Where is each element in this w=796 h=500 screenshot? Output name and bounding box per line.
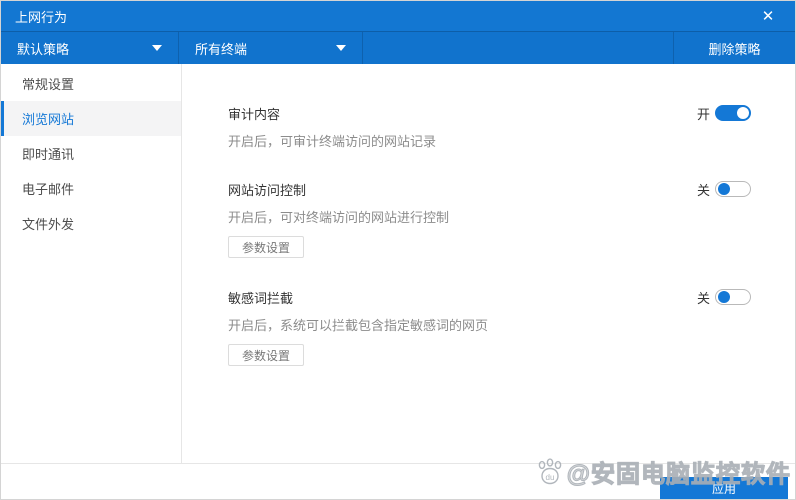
sensitive-word-blocking-toggle[interactable] <box>715 289 751 305</box>
access-control-param-settings-button[interactable]: 参数设置 <box>228 236 305 258</box>
access-control-toggle-group: 关 <box>697 180 751 199</box>
internet-behavior-window: 上网行为 ✕ 默认策略 所有终端 删除策略 常规设置 浏览网站 即时通讯 电子邮… <box>0 0 796 500</box>
section-description: 开启后，系统可以拦截包含指定敏感词的网页 <box>228 318 489 333</box>
chevron-down-icon <box>336 45 346 51</box>
main-area: 常规设置 浏览网站 即时通讯 电子邮件 文件外发 审计内容 开 开启后，可审计终… <box>1 64 795 463</box>
title-bar: 上网行为 ✕ <box>1 1 795 31</box>
section-website-access-control: 网站访问控制 关 开启后，可对终端访问的网站进行控制 参数设置 <box>228 180 751 258</box>
toggle-state-label: 关 <box>696 182 710 198</box>
toggle-knob <box>718 183 730 195</box>
section-title: 网站访问控制 <box>228 182 307 198</box>
policy-dropdown-label: 默认策略 <box>17 41 70 57</box>
chevron-down-icon <box>152 45 162 51</box>
policy-dropdown[interactable]: 默认策略 <box>1 32 179 64</box>
sidebar-item-email[interactable]: 电子邮件 <box>1 171 181 206</box>
audit-content-toggle[interactable] <box>715 105 751 121</box>
toggle-knob <box>718 291 730 303</box>
section-title: 审计内容 <box>228 106 281 122</box>
toggle-knob <box>737 107 749 119</box>
section-description: 开启后，可对终端访问的网站进行控制 <box>228 210 450 225</box>
settings-content: 审计内容 开 开启后，可审计终端访问的网站记录 网站访问控制 关 开启后，可对终… <box>182 64 795 463</box>
audit-toggle-group: 开 <box>697 104 751 123</box>
sidebar-item-general-settings[interactable]: 常规设置 <box>1 66 181 101</box>
terminal-dropdown-label: 所有终端 <box>195 41 248 57</box>
footer-bar: 应用 <box>1 463 795 499</box>
policy-toolbar: 默认策略 所有终端 删除策略 <box>1 31 795 64</box>
sidebar-item-browse-websites[interactable]: 浏览网站 <box>1 101 181 136</box>
apply-button[interactable]: 应用 <box>660 477 788 499</box>
section-head: 敏感词拦截 关 <box>228 288 751 306</box>
sidebar-item-file-outgoing[interactable]: 文件外发 <box>1 206 181 241</box>
section-title: 敏感词拦截 <box>228 290 294 306</box>
close-icon[interactable]: ✕ <box>755 3 781 29</box>
toggle-state-label: 关 <box>696 290 710 306</box>
section-head: 网站访问控制 关 <box>228 180 751 198</box>
sidebar: 常规设置 浏览网站 即时通讯 电子邮件 文件外发 <box>1 64 182 463</box>
section-head: 审计内容 开 <box>228 104 751 122</box>
toggle-state-label: 开 <box>696 106 710 122</box>
terminal-dropdown[interactable]: 所有终端 <box>179 32 363 64</box>
delete-policy-button[interactable]: 删除策略 <box>673 32 795 64</box>
section-audit-content: 审计内容 开 开启后，可审计终端访问的网站记录 <box>228 104 751 150</box>
window-title: 上网行为 <box>15 9 68 25</box>
sensitive-word-toggle-group: 关 <box>697 288 751 307</box>
section-description: 开启后，可审计终端访问的网站记录 <box>228 134 437 149</box>
website-access-control-toggle[interactable] <box>715 181 751 197</box>
sensitive-word-param-settings-button[interactable]: 参数设置 <box>228 344 305 366</box>
section-sensitive-word-blocking: 敏感词拦截 关 开启后，系统可以拦截包含指定敏感词的网页 参数设置 <box>228 288 751 366</box>
sidebar-item-instant-messaging[interactable]: 即时通讯 <box>1 136 181 171</box>
